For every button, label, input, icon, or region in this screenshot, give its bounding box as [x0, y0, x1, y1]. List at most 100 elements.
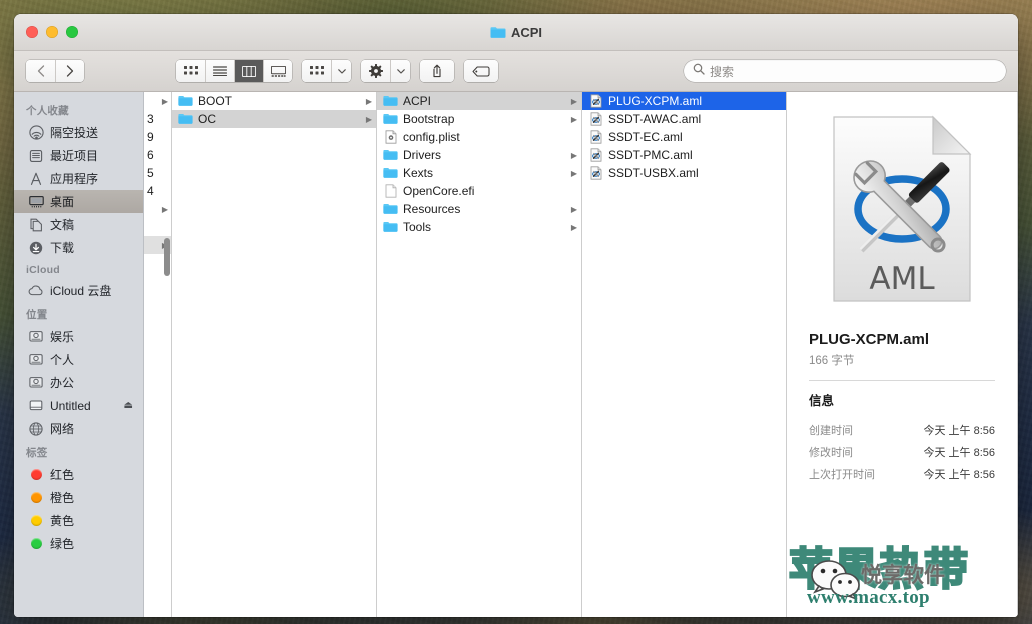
list-item[interactable]: ▶	[144, 200, 171, 218]
sidebar-item-entertainment[interactable]: 娱乐	[14, 325, 143, 348]
eject-icon[interactable]: ⏏	[124, 400, 133, 411]
gallery-view-button[interactable]	[263, 60, 292, 82]
column-partial[interactable]: ▶ 3 9 6 5 4 ▶ ▶	[144, 92, 172, 617]
icon-view-button[interactable]	[176, 60, 205, 82]
column-view-button[interactable]	[234, 60, 263, 82]
sidebar-tag-orange[interactable]: 橙色	[14, 486, 143, 509]
sidebar-item-label: 办公	[50, 376, 75, 390]
column-scrollbar[interactable]	[164, 238, 170, 276]
column-3[interactable]: PLUG-XCPM.aml SSDT-AWAC.aml SSDT-EC.aml …	[582, 92, 787, 617]
desktop-wallpaper: ACPI 搜索 个人收藏 隔空投送 最近项目 应用程序 桌面 文稿 下载 iCl…	[0, 0, 1032, 624]
list-item[interactable]	[144, 218, 171, 236]
list-item[interactable]: 4	[144, 182, 171, 200]
list-item[interactable]: PLUG-XCPM.aml	[582, 92, 786, 110]
list-view-button[interactable]	[205, 60, 234, 82]
sidebar-item-recents[interactable]: 最近项目	[14, 144, 143, 167]
row-label: Resources	[403, 202, 461, 216]
disclosure-arrow-icon[interactable]: ▶	[567, 223, 577, 232]
row-label: 3	[147, 112, 154, 126]
back-button[interactable]	[26, 60, 55, 82]
aml-document-icon: AML	[830, 114, 974, 309]
disclosure-arrow-icon[interactable]: ▶	[567, 97, 577, 106]
metadata-key: 创建时间	[809, 425, 853, 437]
gear-icon[interactable]	[361, 60, 390, 82]
list-item[interactable]: config.plist ▶	[377, 128, 581, 146]
sidebar-item-label: 个人	[50, 353, 75, 367]
watermark-subtitle: 悦享软件	[861, 563, 945, 587]
sidebar-tag-green[interactable]: 绿色	[14, 532, 143, 555]
list-item[interactable]: Drivers ▶	[377, 146, 581, 164]
sidebar-item-untitled[interactable]: Untitled ⏏	[14, 394, 143, 417]
sidebar[interactable]: 个人收藏 隔空投送 最近项目 应用程序 桌面 文稿 下载 iCloud iClo…	[14, 92, 144, 617]
tag-dot-icon	[28, 536, 44, 552]
list-item[interactable]: 5	[144, 164, 171, 182]
list-item[interactable]: SSDT-PMC.aml	[582, 146, 786, 164]
arrange-icon[interactable]	[302, 60, 331, 82]
list-item[interactable]: SSDT-AWAC.aml	[582, 110, 786, 128]
divider	[809, 380, 995, 381]
metadata-value: 今天 上午 8:56	[923, 469, 995, 481]
metadata-row-created: 创建时间 今天 上午 8:56	[809, 419, 995, 441]
watermark-brand-text: 苹果热带	[788, 543, 970, 597]
disclosure-arrow-icon[interactable]: ▶	[567, 169, 577, 178]
list-item[interactable]: Kexts ▶	[377, 164, 581, 182]
disclosure-arrow-icon[interactable]: ▶	[567, 151, 577, 160]
minimize-button[interactable]	[46, 26, 58, 38]
list-item[interactable]: 3	[144, 110, 171, 128]
sidebar-item-label: 最近项目	[50, 149, 99, 163]
list-item[interactable]: 6	[144, 146, 171, 164]
sidebar-tag-red[interactable]: 红色	[14, 463, 143, 486]
zoom-button[interactable]	[66, 26, 78, 38]
list-item[interactable]: ▶	[144, 92, 171, 110]
navigation-buttons	[26, 60, 84, 82]
list-item[interactable]: Bootstrap ▶	[377, 110, 581, 128]
sidebar-item-icloud-drive[interactable]: iCloud 云盘	[14, 279, 143, 302]
row-label: OC	[198, 112, 216, 126]
disclosure-arrow-icon[interactable]: ▶	[362, 115, 372, 124]
close-button[interactable]	[26, 26, 38, 38]
search-input[interactable]: 搜索	[710, 63, 734, 80]
list-item[interactable]: 9	[144, 128, 171, 146]
sidebar-item-desktop[interactable]: 桌面	[14, 190, 143, 213]
row-label: 9	[147, 130, 154, 144]
list-item[interactable]: OpenCore.efi ▶	[377, 182, 581, 200]
chevron-down-icon[interactable]	[390, 60, 410, 82]
list-item[interactable]: ACPI ▶	[377, 92, 581, 110]
aml-file-icon	[588, 112, 603, 127]
sidebar-item-airdrop[interactable]: 隔空投送	[14, 121, 143, 144]
disclosure-arrow-icon[interactable]: ▶	[567, 205, 577, 214]
disclosure-arrow-icon[interactable]: ▶	[567, 115, 577, 124]
sidebar-item-documents[interactable]: 文稿	[14, 213, 143, 236]
forward-button[interactable]	[55, 60, 84, 82]
arrange-group	[302, 60, 351, 82]
sidebar-item-personal[interactable]: 个人	[14, 348, 143, 371]
harddisk-icon	[28, 329, 44, 345]
sidebar-item-label: iCloud 云盘	[50, 284, 112, 298]
share-icon[interactable]	[420, 60, 454, 82]
network-icon	[28, 421, 44, 437]
tag-icon[interactable]	[464, 60, 498, 82]
column-2[interactable]: ACPI ▶ Bootstrap ▶ config.plist Drivers …	[377, 92, 582, 617]
sidebar-header-locations: 位置	[26, 309, 48, 321]
chevron-down-icon[interactable]	[331, 60, 351, 82]
sidebar-item-applications[interactable]: 应用程序	[14, 167, 143, 190]
list-item[interactable]: OC ▶	[172, 110, 376, 128]
sidebar-item-downloads[interactable]: 下载	[14, 236, 143, 259]
list-item[interactable]: BOOT ▶	[172, 92, 376, 110]
sidebar-item-label: 绿色	[50, 537, 75, 551]
row-label: 6	[147, 148, 154, 162]
disclosure-arrow-icon[interactable]: ▶	[362, 97, 372, 106]
downloads-icon	[28, 240, 44, 256]
list-item[interactable]: SSDT-USBX.aml	[582, 164, 786, 182]
disclosure-arrow-icon: ▶	[161, 96, 168, 106]
sidebar-tag-yellow[interactable]: 黄色	[14, 509, 143, 532]
column-1[interactable]: BOOT ▶ OC ▶	[172, 92, 377, 617]
list-item[interactable]: Resources ▶	[377, 200, 581, 218]
sidebar-item-office[interactable]: 办公	[14, 371, 143, 394]
sidebar-item-label: 网络	[50, 422, 75, 436]
list-item[interactable]: SSDT-EC.aml	[582, 128, 786, 146]
list-item[interactable]: Tools ▶	[377, 218, 581, 236]
sidebar-item-network[interactable]: 网络	[14, 417, 143, 440]
search-field[interactable]: 搜索	[684, 60, 1006, 82]
applications-icon	[28, 171, 44, 187]
